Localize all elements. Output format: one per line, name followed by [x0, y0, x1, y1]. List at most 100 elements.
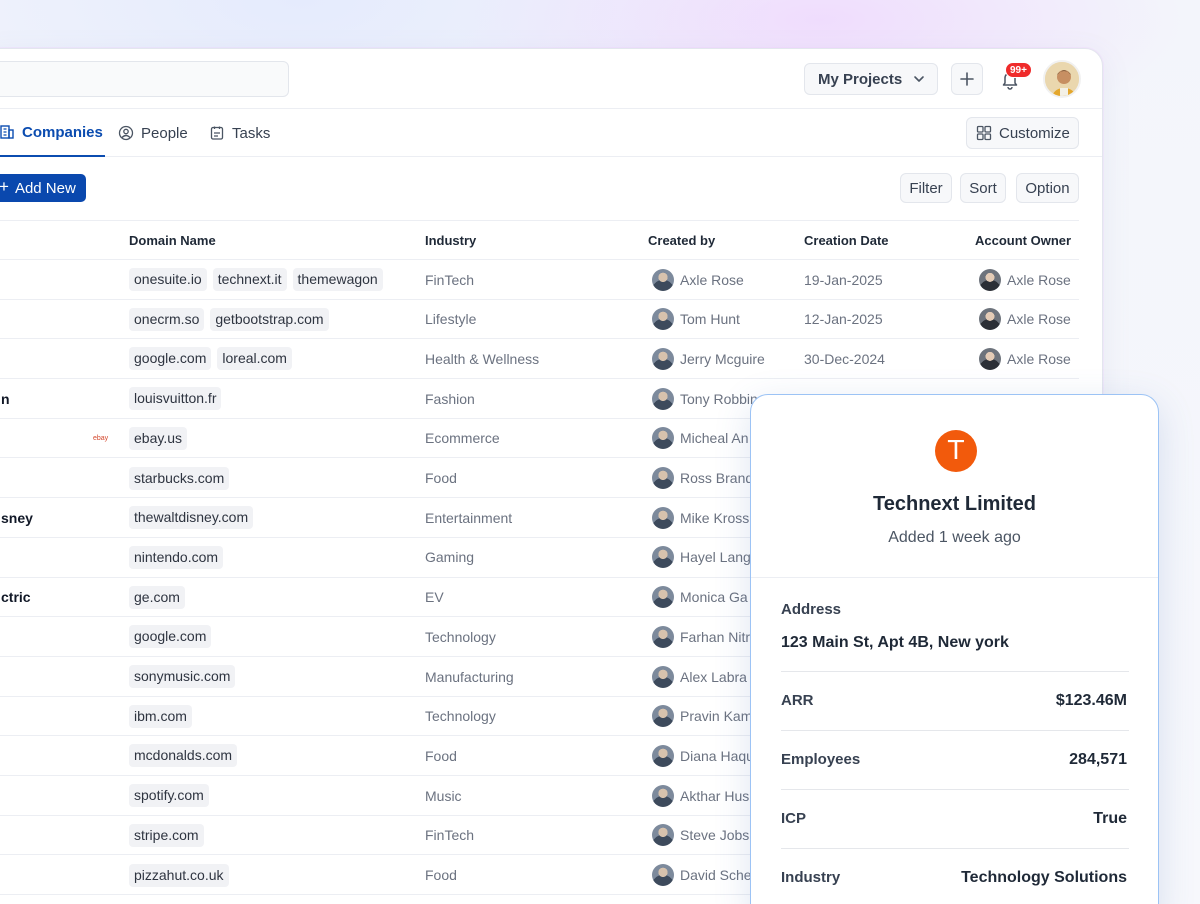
avatar	[652, 824, 674, 847]
customize-label: Customize	[999, 124, 1070, 142]
avatar	[652, 744, 674, 767]
domain-chip[interactable]: sonymusic.com	[129, 665, 236, 688]
avatar	[652, 586, 674, 609]
table-row[interactable]: google.com loreal.com Health & Wellness Je…	[0, 339, 1079, 380]
domain-chip[interactable]: ebay.us	[129, 426, 187, 450]
person-circle-icon	[118, 125, 134, 141]
icp-value: True	[1093, 810, 1127, 827]
industry-cell: Technology	[425, 708, 496, 725]
tab-companies[interactable]: Companies	[0, 109, 105, 157]
domain-chip[interactable]: pizzahut.co.uk	[129, 863, 229, 887]
creator-name: Tony Robbin	[680, 390, 758, 407]
company-name[interactable]: sney	[1, 498, 33, 537]
creator-name: Pravin Kam	[680, 708, 753, 725]
owner-name: Axle Rose	[1007, 271, 1071, 288]
customize-button[interactable]: Customize	[966, 117, 1079, 149]
user-avatar[interactable]	[1043, 60, 1081, 98]
creator-name: Farhan Nitr	[680, 628, 751, 645]
domain-chip[interactable]: ibm.com	[129, 704, 192, 728]
domain-chip[interactable]: onecrm.so	[129, 307, 205, 331]
avatar	[652, 665, 674, 688]
grid-icon	[976, 125, 992, 141]
table-row[interactable]: onecrm.so getbootstrap.com Lifestyle Tom H…	[0, 300, 1079, 340]
creator-name: Micheal An	[680, 430, 749, 447]
created-by-cell: Mike Kross	[652, 498, 749, 537]
creation-date-cell: 30-Dec-2024	[804, 350, 885, 367]
company-name[interactable]: n	[1, 379, 10, 418]
avatar	[652, 546, 674, 569]
filter-button[interactable]: Filter	[900, 173, 952, 203]
domain-chip[interactable]: starbucks.com	[129, 466, 230, 490]
domain-chip[interactable]: spotify.com	[129, 784, 209, 808]
created-by-cell: Micheal An	[652, 419, 748, 458]
owner-name: Axle Rose	[1007, 311, 1071, 328]
domain-chip[interactable]: technext.it	[212, 268, 287, 291]
header-industry[interactable]: Industry	[425, 221, 476, 261]
domain-chip[interactable]: nintendo.com	[129, 545, 224, 569]
plus-icon: +	[0, 177, 9, 197]
header-created-by[interactable]: Created by	[648, 221, 715, 261]
projects-label: My Projects	[818, 70, 903, 88]
sort-label: Sort	[969, 179, 997, 197]
table-header: Domain Name Industry Created by Creation…	[0, 220, 1079, 260]
employees-label: Employees	[781, 751, 861, 768]
tab-tasks[interactable]: Tasks	[209, 109, 270, 157]
created-by-cell: Jerry Mcguire	[652, 339, 765, 378]
domain-chip[interactable]: thewaltdisney.com	[129, 506, 254, 530]
creator-name: Mike Kross	[680, 509, 750, 526]
industry-cell: Food	[425, 867, 457, 883]
creator-name: Axle Rose	[680, 271, 744, 288]
company-logo: ebay	[93, 434, 109, 442]
created-by-cell: Steve Jobs	[652, 816, 749, 855]
notification-badge: 99+	[1005, 62, 1032, 78]
header-creation-date[interactable]: Creation Date	[804, 221, 889, 261]
owner-cell: Axle Rose	[979, 339, 1071, 378]
table-row[interactable]: onesuite.io technext.it themewagon FinTech …	[0, 260, 1079, 300]
domain-chip[interactable]: loreal.com	[217, 347, 292, 371]
sort-button[interactable]: Sort	[960, 173, 1006, 203]
domain-chip[interactable]: ge.com	[129, 585, 185, 609]
add-button[interactable]	[951, 63, 983, 95]
domain-chip[interactable]: stripe.com	[129, 823, 204, 847]
owner-cell: Axle Rose	[979, 300, 1071, 339]
checklist-icon	[210, 126, 224, 140]
industry-cell: Gaming	[425, 549, 475, 566]
domain-cell: sonymusic.com	[129, 657, 241, 696]
domain-chip[interactable]: google.com	[129, 347, 212, 371]
avatar	[652, 705, 674, 728]
building-icon	[0, 125, 14, 139]
industry-cell: FinTech	[425, 271, 475, 288]
domain-cell: ebay.us	[129, 419, 193, 458]
search-input[interactable]	[0, 61, 289, 97]
creator-name: Hayel Lang	[680, 549, 751, 566]
company-detail-card: T Technext Limited Added 1 week ago Addr…	[750, 394, 1159, 904]
option-button[interactable]: Option	[1016, 173, 1079, 203]
tab-label: Tasks	[232, 124, 271, 142]
domain-chip[interactable]: mcdonalds.com	[129, 744, 238, 768]
domain-chip[interactable]: google.com	[129, 625, 212, 649]
avatar	[652, 467, 674, 489]
avatar	[979, 268, 1001, 291]
company-name[interactable]: ctric	[1, 578, 31, 617]
add-new-label: Add New	[14, 179, 76, 197]
domain-chip[interactable]: getbootstrap.com	[210, 307, 329, 331]
divider	[781, 848, 1129, 849]
plus-icon	[960, 72, 974, 86]
arr-value: $123.46M	[1055, 692, 1127, 709]
created-by-cell: Diana Haqu	[652, 736, 754, 775]
employees-value: 284,571	[1069, 751, 1127, 768]
add-new-button[interactable]: + Add New	[0, 174, 86, 202]
projects-dropdown[interactable]: My Projects	[804, 63, 938, 95]
header-account-owner[interactable]: Account Owner	[975, 221, 1071, 261]
domain-cell: thewaltdisney.com	[129, 498, 259, 537]
industry-cell: Health & Wellness	[425, 350, 540, 367]
created-by-cell: Farhan Nitr	[652, 617, 750, 656]
header-domain[interactable]: Domain Name	[129, 221, 216, 261]
avatar	[652, 427, 674, 450]
tab-people[interactable]: People	[118, 109, 188, 157]
industry-cell: Entertainment	[425, 509, 513, 526]
industry-cell: Ecommerce	[425, 430, 500, 447]
domain-chip[interactable]: louisvuitton.fr	[129, 387, 222, 411]
domain-chip[interactable]: onesuite.io	[129, 268, 207, 291]
domain-chip[interactable]: themewagon	[292, 268, 383, 291]
